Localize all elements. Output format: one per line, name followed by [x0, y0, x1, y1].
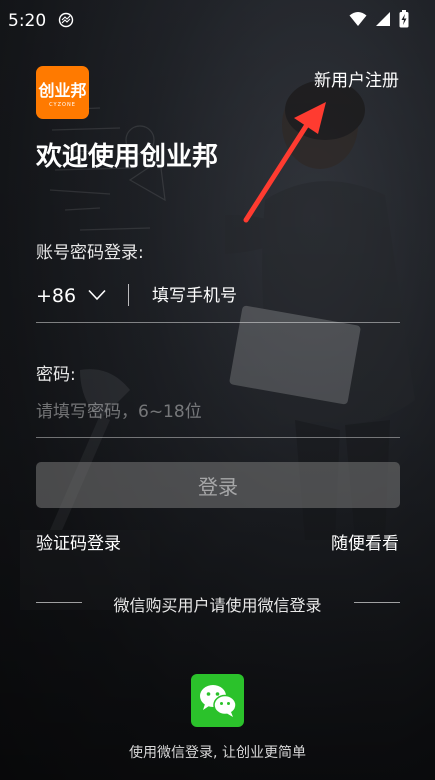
status-bar: 5:20: [0, 0, 435, 40]
verification-code-login-link[interactable]: 验证码登录: [36, 529, 121, 554]
wechat-login-tip: 微信购买用户请使用微信登录: [113, 596, 322, 615]
chevron-down-icon[interactable]: [88, 289, 106, 301]
country-code-selector[interactable]: +86: [36, 285, 76, 307]
password-input[interactable]: [36, 398, 396, 426]
password-field-row: [36, 396, 400, 438]
logo-subtext: CYZONE: [49, 102, 76, 108]
account-login-label: 账号密码登录:: [36, 243, 144, 263]
login-screen: 5:20 新用户注册 创业邦 CYZONE 欢迎使用创业邦 账号密码登录: +8…: [0, 0, 435, 780]
wechat-icon: [199, 684, 237, 717]
sim-status-icon: [58, 12, 74, 28]
status-time: 5:20: [8, 11, 47, 31]
cellular-signal-icon: [376, 12, 390, 26]
phone-number-input[interactable]: [152, 283, 392, 309]
welcome-title: 欢迎使用创业邦: [36, 142, 219, 172]
wechat-login-caption: 使用微信登录, 让创业更简单: [129, 745, 306, 761]
field-divider: [128, 284, 129, 306]
battery-charging-icon: [399, 10, 409, 28]
login-button[interactable]: 登录: [36, 462, 400, 508]
wechat-login-button[interactable]: [191, 674, 244, 727]
password-label: 密码:: [36, 365, 76, 385]
red-arrow-annotation: [243, 102, 326, 223]
status-icons: [349, 10, 409, 28]
wifi-icon: [349, 12, 367, 26]
browse-as-guest-link[interactable]: 随便看看: [331, 529, 399, 554]
logo-text: 创业邦: [38, 81, 87, 100]
app-logo: 创业邦 CYZONE: [36, 66, 89, 119]
phone-field-row: +86: [36, 280, 400, 323]
register-link[interactable]: 新用户注册: [314, 66, 399, 91]
